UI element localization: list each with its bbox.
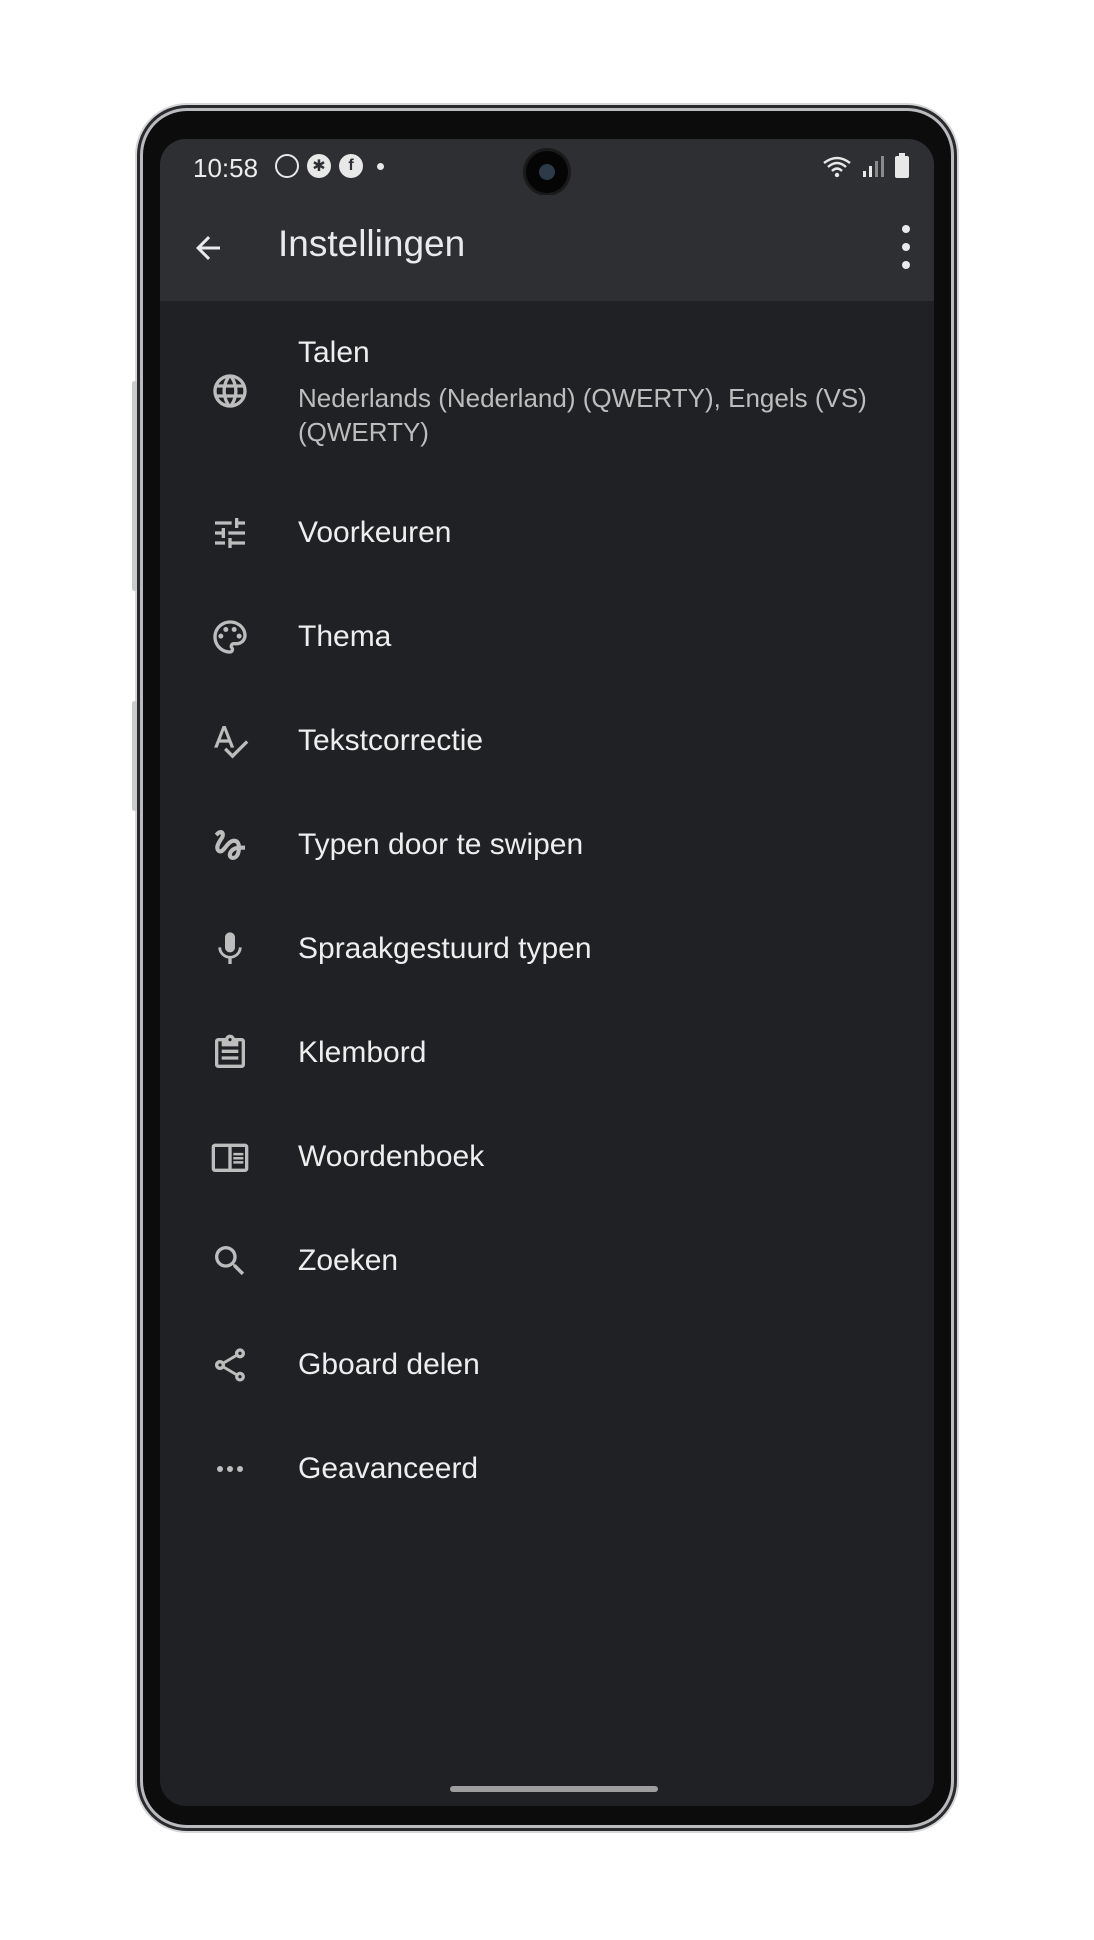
gesture-nav-bar[interactable] (450, 1786, 658, 1792)
settings-item-woordenboek[interactable]: Woordenboek (160, 1105, 934, 1209)
side-button (132, 381, 137, 591)
notification-icons: ✱ f (275, 154, 384, 178)
arrow-back-icon (196, 236, 220, 260)
side-button (132, 701, 137, 811)
settings-item-label: Voorkeuren (298, 516, 452, 549)
more-notifications-dot (377, 163, 384, 170)
settings-item-label: Talen (298, 336, 370, 369)
mic-icon (218, 932, 242, 964)
settings-item-label: Klembord (298, 1036, 427, 1069)
overflow-menu-button[interactable] (898, 225, 914, 269)
settings-item-talen[interactable]: Talen Nederlands (Nederland) (QWERTY), E… (160, 301, 934, 481)
search-icon (215, 1246, 245, 1276)
settings-item-subtitle: Nederlands (Nederland) (QWERTY), Engels … (298, 383, 867, 447)
clipboard-icon (215, 1034, 245, 1068)
settings-item-spraak[interactable]: Spraakgestuurd typen (160, 897, 934, 1001)
gesture-icon (214, 830, 245, 860)
settings-item-label: Tekstcorrectie (298, 724, 484, 757)
signal-icon (863, 156, 884, 177)
watch-icon (275, 154, 299, 178)
front-camera (526, 151, 568, 193)
settings-item-geavanceerd[interactable]: Geavanceerd (160, 1417, 934, 1521)
globe-icon (213, 374, 247, 408)
spellcheck-icon (214, 726, 249, 759)
settings-item-tekstcorrectie[interactable]: Tekstcorrectie (160, 689, 934, 793)
settings-item-swipen[interactable]: Typen door te swipen (160, 793, 934, 897)
more-horiz-icon (217, 1466, 243, 1472)
settings-item-label: Thema (298, 620, 392, 653)
dictionary-icon (211, 1143, 249, 1172)
battery-icon (895, 153, 909, 178)
settings-item-label: Typen door te swipen (298, 828, 584, 861)
facebook-icon: f (339, 154, 363, 178)
tune-icon (215, 518, 245, 548)
status-bar: 10:58 ✱ f (160, 139, 934, 195)
share-icon (215, 1348, 245, 1382)
screen: 10:58 ✱ f Instellingen Talen Nederlands … (160, 139, 934, 1806)
settings-item-label: Geavanceerd (298, 1452, 479, 1485)
settings-item-zoeken[interactable]: Zoeken (160, 1209, 934, 1313)
app-bar: Instellingen (160, 195, 934, 301)
fitness-icon: ✱ (307, 154, 331, 178)
more-vert-icon (902, 225, 910, 233)
settings-item-label: Gboard delen (298, 1348, 480, 1381)
settings-list: Talen Nederlands (Nederland) (QWERTY), E… (160, 301, 934, 1521)
phone-frame: 10:58 ✱ f Instellingen Talen Nederlands … (132, 111, 951, 1825)
palette-icon (213, 620, 247, 654)
settings-item-klembord[interactable]: Klembord (160, 1001, 934, 1105)
page-title: Instellingen (278, 223, 466, 264)
settings-item-label: Spraakgestuurd typen (298, 932, 592, 965)
wifi-icon (823, 156, 851, 178)
settings-item-label: Zoeken (298, 1244, 399, 1277)
settings-item-label: Woordenboek (298, 1140, 485, 1173)
settings-item-voorkeuren[interactable]: Voorkeuren (160, 481, 934, 585)
status-time: 10:58 (193, 153, 259, 183)
settings-item-thema[interactable]: Thema (160, 585, 934, 689)
back-button[interactable] (190, 230, 226, 266)
system-icons (822, 153, 910, 179)
settings-item-delen[interactable]: Gboard delen (160, 1313, 934, 1417)
